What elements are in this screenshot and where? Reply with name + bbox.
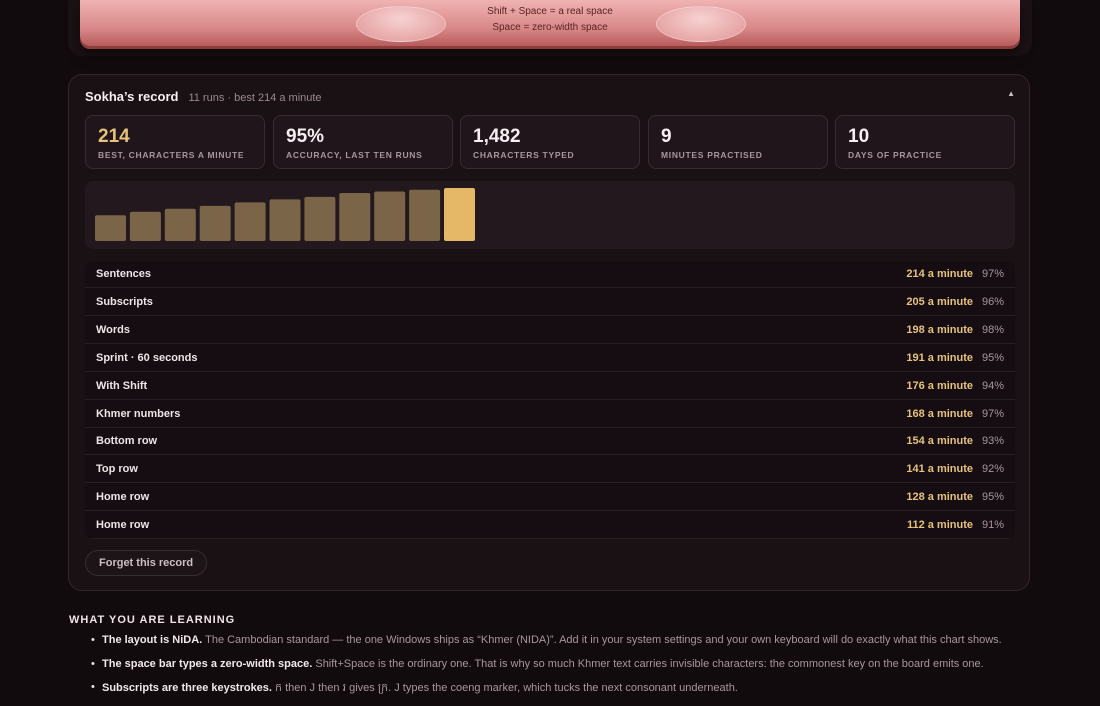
table-row: Home row 112 a minute 91%	[85, 512, 1015, 539]
record-title: Sokha’s record	[85, 89, 179, 104]
run-rate: 168 a minute	[906, 407, 973, 420]
stat-value: 9	[661, 126, 672, 147]
bullet-icon: •	[91, 681, 95, 693]
chart-bar	[374, 191, 406, 241]
run-accuracy: 91%	[981, 519, 1004, 532]
stat-label: CHARACTERS TYPED	[473, 150, 575, 160]
stat-best: 214 BEST, CHARACTERS A MINUTE	[85, 115, 265, 169]
chart-bar	[269, 199, 301, 241]
stat-accuracy: 95% ACCURACY, LAST TEN RUNS	[273, 115, 453, 169]
learning-detail: Shift+Space is the ordinary one. That is…	[312, 657, 984, 670]
stats-row: 214 BEST, CHARACTERS A MINUTE 95% ACCURA…	[85, 115, 1015, 169]
stat-value: 10	[848, 126, 870, 147]
run-accuracy: 97%	[981, 268, 1004, 280]
table-row: Top row 141 a minute 92%	[85, 456, 1015, 484]
learning-detail: The Cambodian standard — the one Windows…	[202, 634, 1002, 646]
table-row: Sprint · 60 seconds 191 a minute 95%	[85, 345, 1015, 372]
run-name: Home row	[96, 519, 150, 532]
run-accuracy: 94%	[981, 379, 1004, 392]
chart-bar	[234, 202, 266, 241]
table-row: Bottom row 154 a minute 93%	[85, 428, 1015, 456]
run-name: Sentences	[96, 268, 152, 280]
chart-bar	[409, 189, 441, 241]
run-name: Words	[96, 323, 131, 336]
learning-lead: The space bar types a zero-width space.	[102, 657, 313, 670]
keyboard-bottom-row: Shift + Space = a real space Space = zer…	[68, 0, 1032, 56]
run-name: Bottom row	[96, 435, 158, 448]
learning-detail: ក then J then រ gives ក្រ. J types the c…	[271, 682, 738, 694]
chart-bar	[129, 211, 161, 241]
learning-text: Subscripts are three keystrokes. ក then …	[102, 681, 738, 697]
run-name: With Shift	[96, 379, 148, 392]
table-row: Sentences 214 a minute 97%	[85, 261, 1015, 288]
learning-text: The layout is NiDA. The Cambodian standa…	[102, 634, 1002, 646]
stat-minutes: 9 MINUTES PRACTISED	[648, 115, 828, 169]
learning-lead: Subscripts are three keystrokes.	[102, 682, 272, 694]
chart-bar	[164, 208, 196, 241]
run-name: Sprint · 60 seconds	[96, 351, 198, 364]
record-header: Sokha’s record 11 runs · best 214 a minu…	[85, 89, 322, 109]
chart-bar	[95, 215, 126, 241]
run-accuracy: 98%	[981, 323, 1004, 336]
run-rate: 112 a minute	[906, 519, 973, 532]
stat-label: BEST, CHARACTERS A MINUTE	[98, 150, 245, 160]
record-card: Sokha’s record 11 runs · best 214 a minu…	[68, 74, 1030, 591]
spacebar-key[interactable]: Shift + Space = a real space Space = zer…	[80, 0, 1020, 46]
table-row: Words 198 a minute 98%	[85, 317, 1015, 344]
run-accuracy: 92%	[981, 463, 1004, 476]
run-rate: 198 a minute	[906, 323, 973, 336]
stat-characters: 1,482 CHARACTERS TYPED	[460, 115, 640, 169]
forget-record-button[interactable]: Forget this record	[85, 550, 208, 576]
run-rate: 176 a minute	[906, 379, 973, 392]
run-name: Top row	[96, 463, 138, 476]
table-row: Khmer numbers 168 a minute 97%	[85, 401, 1015, 428]
run-name: Home row	[96, 491, 150, 504]
table-row: Subscripts 205 a minute 96%	[85, 289, 1015, 316]
run-name: Subscripts	[96, 295, 153, 308]
progress-bars	[95, 188, 475, 241]
run-accuracy: 96%	[981, 295, 1004, 308]
record-subtitle: 11 runs · best 214 a minute	[188, 92, 322, 104]
run-rate: 191 a minute	[906, 351, 973, 364]
table-row: With Shift 176 a minute 94%	[85, 373, 1015, 400]
run-rate: 154 a minute	[906, 435, 973, 448]
learning-item: • The layout is NiDA. The Cambodian stand…	[69, 634, 1049, 654]
spacebar-legend-shift: Shift + Space = a real space	[487, 6, 613, 17]
stat-label: MINUTES PRACTISED	[661, 150, 763, 160]
stat-label: DAYS OF PRACTICE	[848, 150, 943, 160]
run-rate: 205 a minute	[906, 295, 973, 308]
collapse-icon[interactable]: ▲	[1007, 89, 1015, 98]
learning-item: • The space bar types a zero-width space.…	[69, 658, 1049, 678]
run-rate: 128 a minute	[906, 491, 973, 504]
learning-lead: The layout is NiDA.	[102, 634, 203, 646]
stat-value: 214	[98, 126, 130, 147]
run-name: Khmer numbers	[96, 407, 181, 420]
chart-bar	[304, 196, 336, 241]
spacebar-legend-plain: Space = zero-width space	[492, 22, 608, 33]
learning-title: WHAT YOU ARE LEARNING	[69, 614, 236, 626]
stat-days: 10 DAYS OF PRACTICE	[835, 115, 1015, 169]
run-accuracy: 95%	[981, 491, 1004, 504]
learning-item: • Subscripts are three keystrokes. ក then…	[69, 681, 1049, 701]
chart-bar	[339, 192, 371, 241]
stat-label: ACCURACY, LAST TEN RUNS	[286, 150, 423, 160]
run-rate: 141 a minute	[906, 463, 973, 476]
run-accuracy: 95%	[981, 351, 1004, 364]
stat-value: 95%	[286, 126, 325, 147]
learning-text: The space bar types a zero-width space. …	[102, 658, 984, 670]
run-accuracy: 93%	[981, 435, 1004, 448]
run-accuracy: 97%	[981, 407, 1004, 420]
chart-bar	[199, 205, 231, 241]
chart-bar	[444, 188, 475, 241]
bullet-icon: •	[91, 657, 95, 670]
table-row: Home row 128 a minute 95%	[85, 484, 1015, 512]
bullet-icon: •	[91, 634, 95, 646]
stat-value: 1,482	[473, 126, 521, 147]
run-rate: 214 a minute	[906, 268, 973, 280]
progress-chart	[85, 181, 1015, 249]
runs-table: Sentences 214 a minute 97% Subscripts 205 a …	[85, 261, 1015, 539]
